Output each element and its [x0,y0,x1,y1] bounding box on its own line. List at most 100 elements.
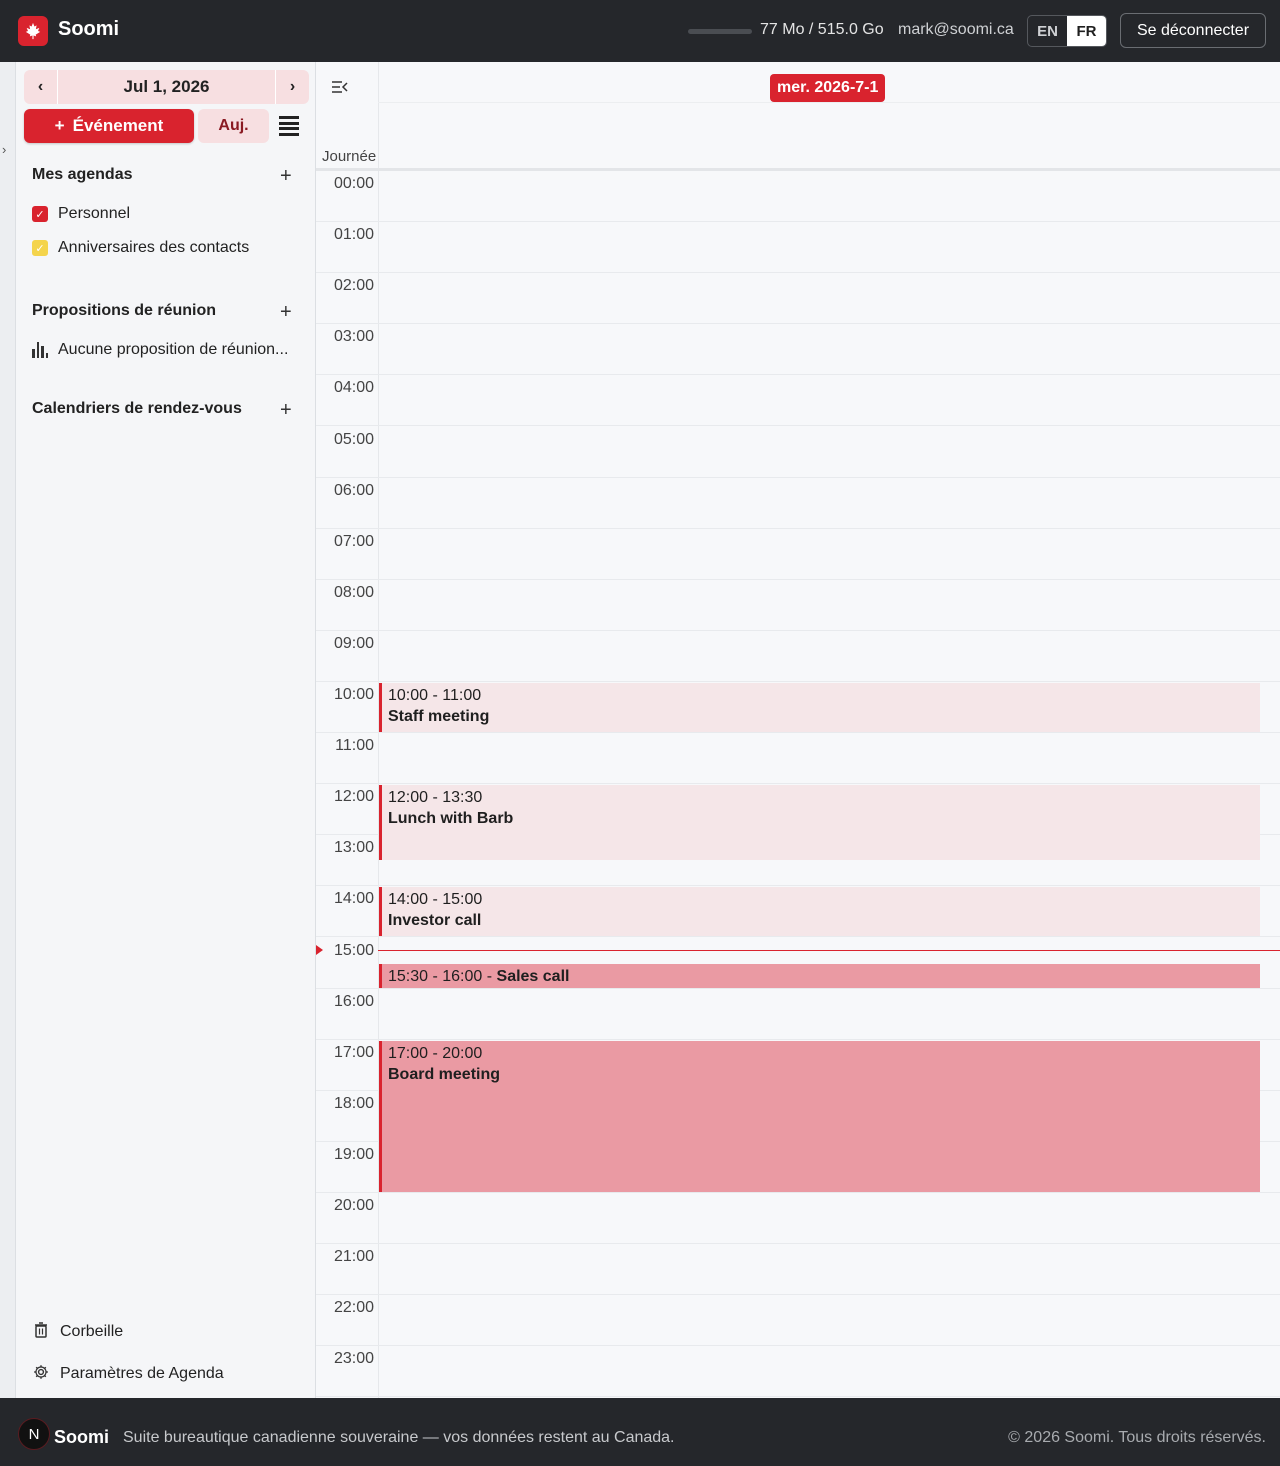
hour-row[interactable]: 23:00 [316,1346,1280,1398]
hour-label: 19:00 [333,1145,374,1163]
hour-label: 13:00 [333,839,374,857]
add-proposal-icon[interactable]: + [280,302,292,322]
add-booking-calendar-icon[interactable]: + [280,400,292,420]
no-proposals-item: Aucune proposition de réunion... [32,338,288,362]
event-time: 10:00 - 11:00 [388,687,482,704]
footer-tagline: Suite bureautique canadienne souveraine … [123,1429,675,1446]
new-event-button[interactable]: + Événement [24,109,194,143]
calendar-event[interactable]: 17:00 - 20:00 Board meeting [379,1040,1260,1192]
header-divider [378,102,1280,103]
hour-label: 14:00 [333,890,374,908]
footer-brand: Soomi [54,1427,110,1447]
hour-label: 01:00 [333,226,374,244]
hour-row[interactable]: 00:00 [316,171,1280,222]
hour-row[interactable]: 01:00 [316,222,1280,274]
event-title: Investor call [388,912,482,930]
hour-row[interactable]: 05:00 [316,427,1280,478]
expand-sidebar-icon[interactable]: › [2,142,6,157]
hour-label: 22:00 [333,1299,374,1317]
poll-bars-icon [32,342,48,358]
hour-label: 00:00 [333,175,374,192]
hour-row[interactable]: 22:00 [316,1295,1280,1347]
day-header[interactable]: mer. 2026-7-1 [770,74,886,102]
today-button[interactable]: Auj. [198,109,269,143]
trash-link[interactable]: Corbeille [32,1320,123,1344]
user-email: mark@soomi.ca [898,21,1014,38]
view-menu-icon[interactable] [279,116,299,136]
event-title: Lunch with Barb [388,810,514,828]
logout-button[interactable]: Se déconnecter [1120,13,1266,48]
event-time: 12:00 - 13:30 [388,789,483,807]
hour-label: 18:00 [333,1094,374,1112]
trash-icon [32,1322,50,1342]
hour-row[interactable]: 20:00 [316,1193,1280,1244]
sidebar: ‹ Jul 1, 2026 › + Événement Auj. Mes age… [16,62,316,1398]
hour-label: 05:00 [333,430,374,448]
hour-label: 21:00 [333,1248,374,1266]
hour-label: 08:00 [333,583,374,601]
hour-label: 02:00 [333,277,374,295]
chevron-left-icon[interactable]: ‹ [24,70,58,104]
sidebar-edge: › [0,62,16,1398]
hour-row[interactable]: 06:00 [316,478,1280,529]
hour-label: 09:00 [333,634,374,652]
calendar-item-personnel[interactable]: ✓ Personnel [32,202,130,226]
storage-quota-text: 77 Mo / 515.0 Go [760,21,884,38]
gear-icon [32,1364,50,1384]
hour-label: 23:00 [333,1350,374,1368]
hour-row[interactable]: 21:00 [316,1244,1280,1296]
language-switcher: EN FR [1027,15,1107,47]
event-time: 14:00 - 15:00 [388,891,483,909]
hour-row[interactable]: 11:00 [316,733,1280,785]
calendar-event[interactable]: 15:30 - 16:00 - Sales call [379,964,1260,988]
maple-leaf-icon[interactable] [18,16,48,46]
calendar-label: Personnel [58,205,131,222]
date-navigator: ‹ Jul 1, 2026 › [24,70,309,104]
event-title: Sales call [496,968,570,986]
checkbox-checked-icon[interactable]: ✓ [32,240,48,256]
my-calendars-title: Mes agendas [32,166,133,183]
hour-row[interactable]: 03:00 [316,324,1280,376]
brand-name[interactable]: Soomi [58,18,119,41]
calendar-event[interactable]: 10:00 - 11:00 Staff meeting [379,683,1260,733]
storage-quota-bar [688,29,752,34]
calendar-event[interactable]: 12:00 - 13:30 Lunch with Barb [379,785,1260,860]
calendar-settings-link[interactable]: Paramètres de Agenda [32,1362,224,1386]
current-time-marker-icon [316,945,323,956]
hour-label: 06:00 [333,481,374,499]
hour-label: 15:00 [333,941,374,959]
hour-row[interactable]: 08:00 [316,580,1280,631]
hour-label: 20:00 [333,1197,374,1214]
hour-row[interactable]: 02:00 [316,273,1280,325]
day-view: mer. 2026-7-1 Journée 00:00 01:00 02:00 03:… [316,62,1280,1398]
event-time: 15:30 - 16:00 - [388,968,497,986]
calendar-label: Anniversaires des contacts [58,239,250,256]
calendar-item-birthdays[interactable]: ✓ Anniversaires des contacts [32,236,249,260]
meeting-proposals-title: Propositions de réunion [32,302,217,319]
hour-label: 17:00 [333,1043,374,1061]
event-time: 17:00 - 20:00 [388,1044,483,1062]
settings-label: Paramètres de Agenda [60,1365,224,1382]
new-event-label: Événement [72,116,164,135]
footer-logo-icon: N [18,1418,50,1450]
hour-label: 04:00 [333,379,374,397]
chevron-right-icon[interactable]: › [275,70,309,104]
no-proposals-label: Aucune proposition de réunion... [58,341,289,358]
language-option-fr[interactable]: FR [1067,16,1106,46]
language-option-en[interactable]: EN [1028,16,1067,46]
add-calendar-icon[interactable]: + [280,166,292,186]
calendar-event[interactable]: 14:00 - 15:00 Investor call [379,887,1260,937]
hour-label: 12:00 [333,788,374,806]
hour-row[interactable]: 16:00 [316,989,1280,1040]
hour-label: 07:00 [333,532,374,550]
event-title: Staff meeting [388,708,490,725]
checkbox-checked-icon[interactable]: ✓ [32,206,48,222]
hour-row[interactable]: 09:00 [316,631,1280,682]
booking-calendars-title: Calendriers de rendez-vous [32,400,242,417]
hour-row[interactable]: 04:00 [316,375,1280,427]
current-date-label[interactable]: Jul 1, 2026 [58,77,275,97]
hour-row[interactable]: 07:00 [316,529,1280,580]
event-title: Board meeting [388,1065,501,1083]
collapse-sidebar-icon[interactable] [324,74,356,100]
footer: N Soomi Suite bureautique canadienne sou… [0,1398,1280,1466]
